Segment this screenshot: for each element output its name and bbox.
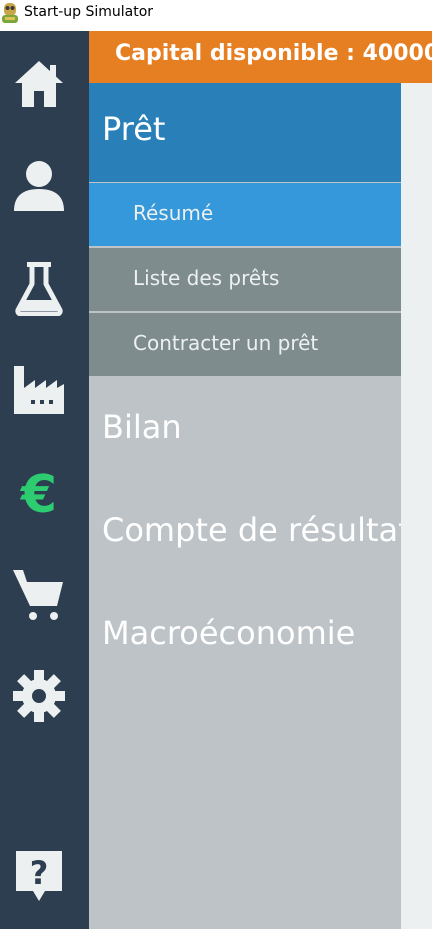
submenu-resume-label: Résumé — [133, 201, 214, 225]
svg-text:€: € — [20, 465, 57, 520]
submenu-contracter-pret-label: Contracter un prêt — [133, 331, 319, 355]
gear-icon[interactable] — [10, 667, 68, 725]
window-title: Start-up Simulator — [24, 4, 154, 20]
capital-available-text: Capital disponible : 40000 — [115, 41, 432, 66]
euro-icon[interactable]: € — [10, 463, 68, 521]
content-area — [401, 83, 432, 929]
menu-pret[interactable]: Prêt — [89, 83, 401, 182]
submenu-resume[interactable]: Résumé — [89, 183, 401, 246]
help-icon[interactable]: ? — [10, 847, 68, 905]
menu-compte-resultat[interactable]: Compte de résultat — [102, 511, 411, 549]
flask-icon[interactable] — [10, 259, 68, 317]
menu-macroeconomie[interactable]: Macroéconomie — [102, 614, 355, 652]
capital-banner: Capital disponible : 40000 — [89, 31, 432, 83]
menu-pret-label: Prêt — [102, 110, 166, 148]
svg-text:?: ? — [30, 854, 49, 892]
user-icon[interactable] — [10, 157, 68, 215]
cart-icon[interactable] — [10, 565, 68, 623]
menu-bilan[interactable]: Bilan — [102, 408, 182, 446]
finance-menu: Prêt Résumé Liste des prêts Contracter u… — [89, 83, 411, 929]
submenu-liste-prets[interactable]: Liste des prêts — [89, 248, 401, 311]
title-bar: Start-up Simulator — [0, 0, 432, 31]
factory-icon[interactable] — [10, 361, 68, 419]
submenu-contracter-pret[interactable]: Contracter un prêt — [89, 313, 401, 376]
submenu-liste-prets-label: Liste des prêts — [133, 266, 280, 290]
home-icon[interactable] — [10, 55, 68, 113]
app-logo-icon — [1, 2, 19, 24]
sidebar: € ? — [0, 31, 89, 929]
